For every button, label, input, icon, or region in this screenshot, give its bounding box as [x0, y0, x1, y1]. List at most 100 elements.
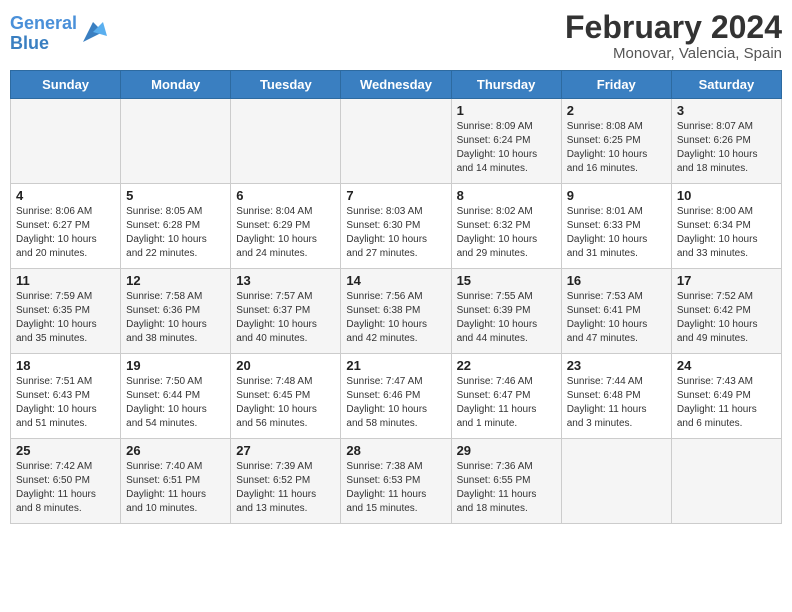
logo-text: General Blue	[10, 14, 77, 54]
day-of-week-header: Wednesday	[341, 71, 451, 99]
day-number: 24	[677, 358, 776, 373]
day-info: Sunrise: 8:00 AM Sunset: 6:34 PM Dayligh…	[677, 205, 776, 261]
calendar-week-row: 18 Sunrise: 7:51 AM Sunset: 6:43 PM Dayli…	[11, 354, 782, 439]
day-number: 10	[677, 188, 776, 203]
logo: General Blue	[10, 14, 107, 54]
calendar-cell: 8 Sunrise: 8:02 AM Sunset: 6:32 PM Daylig…	[451, 184, 561, 269]
calendar-cell: 10 Sunrise: 8:00 AM Sunset: 6:34 PM Dayli…	[671, 184, 781, 269]
day-number: 19	[126, 358, 225, 373]
day-number: 9	[567, 188, 666, 203]
day-info: Sunrise: 8:02 AM Sunset: 6:32 PM Dayligh…	[457, 205, 556, 261]
calendar-cell: 16 Sunrise: 7:53 AM Sunset: 6:41 PM Dayli…	[561, 269, 671, 354]
day-number: 28	[346, 443, 445, 458]
calendar-cell: 6Sunrise: 8:04 AM Sunset: 6:29 PM Daylig…	[231, 184, 341, 269]
day-of-week-header: Saturday	[671, 71, 781, 99]
day-of-week-header: Sunday	[11, 71, 121, 99]
day-info: Sunrise: 7:57 AM Sunset: 6:37 PM Dayligh…	[236, 290, 335, 346]
calendar-cell: 21Sunrise: 7:47 AM Sunset: 6:46 PM Dayli…	[341, 354, 451, 439]
day-number: 29	[457, 443, 556, 458]
day-info: Sunrise: 8:08 AM Sunset: 6:25 PM Dayligh…	[567, 120, 666, 176]
day-info: Sunrise: 8:07 AM Sunset: 6:26 PM Dayligh…	[677, 120, 776, 176]
calendar-cell: 22Sunrise: 7:46 AM Sunset: 6:47 PM Dayli…	[451, 354, 561, 439]
day-info: Sunrise: 7:47 AM Sunset: 6:46 PM Dayligh…	[346, 375, 445, 431]
calendar-cell: 12Sunrise: 7:58 AM Sunset: 6:36 PM Dayli…	[121, 269, 231, 354]
calendar-cell: 28Sunrise: 7:38 AM Sunset: 6:53 PM Dayli…	[341, 439, 451, 524]
day-number: 25	[16, 443, 115, 458]
day-number: 26	[126, 443, 225, 458]
calendar-table: SundayMondayTuesdayWednesdayThursdayFrid…	[10, 70, 782, 524]
calendar-cell: 25 Sunrise: 7:42 AM Sunset: 6:50 PM Dayli…	[11, 439, 121, 524]
day-info: Sunrise: 7:55 AM Sunset: 6:39 PM Dayligh…	[457, 290, 556, 346]
calendar-cell	[341, 99, 451, 184]
day-number: 18	[16, 358, 115, 373]
calendar-cell: 18 Sunrise: 7:51 AM Sunset: 6:43 PM Dayli…	[11, 354, 121, 439]
day-number: 27	[236, 443, 335, 458]
day-number: 5	[126, 188, 225, 203]
calendar-cell: 27 Sunrise: 7:39 AM Sunset: 6:52 PM Dayli…	[231, 439, 341, 524]
day-info: Sunrise: 7:53 AM Sunset: 6:41 PM Dayligh…	[567, 290, 666, 346]
day-number: 7	[346, 188, 445, 203]
day-info: Sunrise: 7:58 AM Sunset: 6:36 PM Dayligh…	[126, 290, 225, 346]
calendar-cell: 17 Sunrise: 7:52 AM Sunset: 6:42 PM Dayli…	[671, 269, 781, 354]
day-number: 13	[236, 273, 335, 288]
calendar-cell: 11Sunrise: 7:59 AM Sunset: 6:35 PM Dayli…	[11, 269, 121, 354]
calendar-cell: 4 Sunrise: 8:06 AM Sunset: 6:27 PM Daylig…	[11, 184, 121, 269]
logo-line2: Blue	[10, 33, 49, 53]
day-number: 6	[236, 188, 335, 203]
calendar-header-row: SundayMondayTuesdayWednesdayThursdayFrid…	[11, 71, 782, 99]
day-info: Sunrise: 8:05 AM Sunset: 6:28 PM Dayligh…	[126, 205, 225, 261]
calendar-cell	[11, 99, 121, 184]
calendar-cell: 26 Sunrise: 7:40 AM Sunset: 6:51 PM Dayli…	[121, 439, 231, 524]
day-info: Sunrise: 8:03 AM Sunset: 6:30 PM Dayligh…	[346, 205, 445, 261]
day-info: Sunrise: 7:50 AM Sunset: 6:44 PM Dayligh…	[126, 375, 225, 431]
calendar-cell: 23Sunrise: 7:44 AM Sunset: 6:48 PM Dayli…	[561, 354, 671, 439]
calendar-week-row: 4 Sunrise: 8:06 AM Sunset: 6:27 PM Daylig…	[11, 184, 782, 269]
calendar-cell	[561, 439, 671, 524]
calendar-cell: 9 Sunrise: 8:01 AM Sunset: 6:33 PM Daylig…	[561, 184, 671, 269]
day-number: 20	[236, 358, 335, 373]
calendar-cell: 3 Sunrise: 8:07 AM Sunset: 6:26 PM Daylig…	[671, 99, 781, 184]
day-info: Sunrise: 8:09 AM Sunset: 6:24 PM Dayligh…	[457, 120, 556, 176]
calendar-cell: 15 Sunrise: 7:55 AM Sunset: 6:39 PM Dayli…	[451, 269, 561, 354]
day-number: 15	[457, 273, 556, 288]
day-info: Sunrise: 7:39 AM Sunset: 6:52 PM Dayligh…	[236, 460, 335, 516]
calendar-cell	[671, 439, 781, 524]
day-of-week-header: Friday	[561, 71, 671, 99]
logo-line1: General	[10, 13, 77, 33]
day-info: Sunrise: 8:01 AM Sunset: 6:33 PM Dayligh…	[567, 205, 666, 261]
calendar-cell: 19 Sunrise: 7:50 AM Sunset: 6:44 PM Dayli…	[121, 354, 231, 439]
day-info: Sunrise: 7:51 AM Sunset: 6:43 PM Dayligh…	[16, 375, 115, 431]
day-of-week-header: Tuesday	[231, 71, 341, 99]
day-info: Sunrise: 7:52 AM Sunset: 6:42 PM Dayligh…	[677, 290, 776, 346]
subtitle: Monovar, Valencia, Spain	[565, 45, 782, 62]
calendar-cell: 5 Sunrise: 8:05 AM Sunset: 6:28 PM Daylig…	[121, 184, 231, 269]
calendar-week-row: 1Sunrise: 8:09 AM Sunset: 6:24 PM Daylig…	[11, 99, 782, 184]
day-number: 3	[677, 103, 776, 118]
calendar-week-row: 11Sunrise: 7:59 AM Sunset: 6:35 PM Dayli…	[11, 269, 782, 354]
calendar-cell: 20 Sunrise: 7:48 AM Sunset: 6:45 PM Dayli…	[231, 354, 341, 439]
calendar-cell: 13 Sunrise: 7:57 AM Sunset: 6:37 PM Dayli…	[231, 269, 341, 354]
calendar-cell: 2Sunrise: 8:08 AM Sunset: 6:25 PM Daylig…	[561, 99, 671, 184]
title-block: February 2024 Monovar, Valencia, Spain	[565, 10, 782, 62]
day-info: Sunrise: 7:42 AM Sunset: 6:50 PM Dayligh…	[16, 460, 115, 516]
day-info: Sunrise: 7:43 AM Sunset: 6:49 PM Dayligh…	[677, 375, 776, 431]
day-number: 17	[677, 273, 776, 288]
header: General Blue February 2024 Monovar, Vale…	[10, 10, 782, 62]
day-number: 8	[457, 188, 556, 203]
day-info: Sunrise: 7:44 AM Sunset: 6:48 PM Dayligh…	[567, 375, 666, 431]
day-info: Sunrise: 8:06 AM Sunset: 6:27 PM Dayligh…	[16, 205, 115, 261]
calendar-cell: 24 Sunrise: 7:43 AM Sunset: 6:49 PM Dayli…	[671, 354, 781, 439]
day-number: 4	[16, 188, 115, 203]
day-info: Sunrise: 7:46 AM Sunset: 6:47 PM Dayligh…	[457, 375, 556, 431]
day-of-week-header: Monday	[121, 71, 231, 99]
day-number: 14	[346, 273, 445, 288]
calendar-cell	[121, 99, 231, 184]
day-number: 16	[567, 273, 666, 288]
day-number: 11	[16, 273, 115, 288]
day-info: Sunrise: 7:48 AM Sunset: 6:45 PM Dayligh…	[236, 375, 335, 431]
calendar-cell: 1Sunrise: 8:09 AM Sunset: 6:24 PM Daylig…	[451, 99, 561, 184]
day-of-week-header: Thursday	[451, 71, 561, 99]
calendar-cell: 7 Sunrise: 8:03 AM Sunset: 6:30 PM Daylig…	[341, 184, 451, 269]
calendar-cell	[231, 99, 341, 184]
day-info: Sunrise: 7:40 AM Sunset: 6:51 PM Dayligh…	[126, 460, 225, 516]
